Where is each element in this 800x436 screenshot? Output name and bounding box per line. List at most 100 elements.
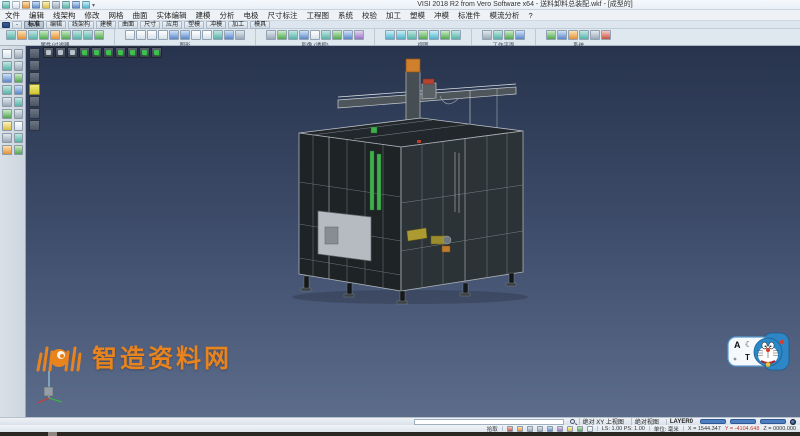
trim-icon[interactable] — [14, 97, 24, 107]
tab-mould[interactable]: 塑模 — [184, 21, 204, 29]
menu-system[interactable]: 系统 — [338, 10, 353, 21]
hatch-icon[interactable] — [14, 133, 24, 143]
menu-modify[interactable]: 修改 — [85, 10, 100, 21]
menu-drawing[interactable]: 工程图 — [307, 10, 330, 21]
3d-viewport-canvas[interactable]: 智造资料网 A ☾ T — [26, 46, 800, 417]
zoom-window-icon[interactable] — [396, 30, 406, 40]
copy-tool-icon[interactable] — [14, 73, 24, 83]
snap-quadrant-button[interactable] — [29, 108, 40, 119]
menu-solid-edit[interactable]: 实体编辑 — [157, 10, 187, 21]
snap-grid-button[interactable] — [29, 48, 40, 59]
doc-flag-icon[interactable] — [507, 426, 513, 432]
workplane-3pt-icon[interactable] — [504, 30, 514, 40]
selection-filter-icon[interactable] — [61, 30, 71, 40]
menu-modeling[interactable]: 建模 — [196, 10, 211, 21]
zoom-view-button[interactable] — [67, 47, 78, 58]
dimension-tool-icon[interactable] — [14, 121, 24, 131]
new-file-icon[interactable] — [2, 1, 10, 9]
move-icon[interactable] — [2, 73, 12, 83]
zoom-in-icon[interactable] — [407, 30, 417, 40]
mask-icon[interactable] — [50, 30, 60, 40]
database-icon[interactable] — [557, 30, 567, 40]
pan-view-button[interactable] — [43, 47, 54, 58]
redo-icon[interactable] — [82, 1, 90, 9]
tab-collapse[interactable]: - — [12, 21, 22, 29]
hidden-line-icon[interactable] — [288, 30, 298, 40]
shaded-view-icon[interactable] — [277, 30, 287, 40]
menu-die[interactable]: 冲模 — [434, 10, 449, 21]
snap-endpoint-button[interactable] — [29, 120, 40, 131]
menu-standard-parts[interactable]: 标准件 — [458, 10, 481, 21]
layer-filter-icon[interactable] — [28, 30, 38, 40]
status-pill-1[interactable] — [700, 419, 726, 424]
help-icon[interactable] — [601, 30, 611, 40]
show-all-icon[interactable] — [125, 30, 135, 40]
tab-dimension[interactable]: 尺寸 — [140, 21, 160, 29]
menu-analysis[interactable]: 分析 — [220, 10, 235, 21]
snap-center-button[interactable] — [29, 96, 40, 107]
menu-surface[interactable]: 曲面 — [133, 10, 148, 21]
status-orb-icon[interactable] — [790, 419, 796, 425]
attribute-edit-icon[interactable] — [6, 30, 16, 40]
calculator-icon[interactable] — [568, 30, 578, 40]
workplane-xy-icon[interactable] — [482, 30, 492, 40]
previous-view-icon[interactable] — [440, 30, 450, 40]
tab-die[interactable]: 冲模 — [206, 21, 226, 29]
render-icon[interactable] — [332, 30, 342, 40]
open-icon[interactable] — [2, 49, 12, 59]
zoom-out-icon[interactable] — [418, 30, 428, 40]
tab-tooling[interactable]: 模具 — [250, 21, 270, 29]
status-pill-2[interactable] — [730, 419, 756, 424]
info-icon[interactable] — [590, 30, 600, 40]
menu-edit[interactable]: 编辑 — [29, 10, 44, 21]
tab-edit[interactable]: 编辑 — [46, 21, 66, 29]
settings-icon[interactable] — [546, 30, 556, 40]
hide-icon[interactable] — [136, 30, 146, 40]
taskbar-app-button[interactable] — [48, 432, 57, 436]
entity-info-icon[interactable] — [224, 30, 234, 40]
mirror-icon[interactable] — [14, 85, 24, 95]
status-pill-3[interactable] — [760, 419, 786, 424]
pan-icon[interactable] — [429, 30, 439, 40]
text-tool-icon[interactable] — [2, 133, 12, 143]
reset-filter-icon[interactable] — [94, 30, 104, 40]
workplane-align-icon[interactable] — [493, 30, 503, 40]
show-selected-icon[interactable] — [147, 30, 157, 40]
perspective-icon[interactable] — [299, 30, 309, 40]
group-icon[interactable] — [169, 30, 179, 40]
snap-point-button[interactable] — [29, 60, 40, 71]
menu-verify[interactable]: 校验 — [362, 10, 377, 21]
workplane-reset-icon[interactable] — [515, 30, 525, 40]
search-icon[interactable] — [570, 419, 575, 424]
delete-entity-icon[interactable] — [202, 30, 212, 40]
copy-icon[interactable] — [62, 1, 70, 9]
copy-entity-icon[interactable] — [191, 30, 201, 40]
tab-surface[interactable]: 曲面 — [118, 21, 138, 29]
tab-application[interactable]: 应用 — [162, 21, 182, 29]
entity-filter-icon[interactable] — [72, 30, 82, 40]
menu-file[interactable]: 文件 — [5, 10, 20, 21]
open-folder-icon[interactable] — [22, 1, 30, 9]
open-file-icon[interactable] — [12, 1, 20, 9]
snap-midpoint-button[interactable] — [29, 72, 40, 83]
wireframe-view-icon[interactable] — [266, 30, 276, 40]
measure-icon[interactable] — [2, 121, 12, 131]
snap-active-button[interactable] — [29, 84, 40, 95]
printer-icon[interactable] — [547, 426, 553, 432]
transparency-icon[interactable] — [310, 30, 320, 40]
offset-icon[interactable] — [14, 109, 24, 119]
redraw-icon[interactable] — [451, 30, 461, 40]
regenerate-icon[interactable] — [213, 30, 223, 40]
toolbar-grip-icon[interactable] — [2, 22, 10, 28]
save-all-icon[interactable] — [42, 1, 50, 9]
menu-help[interactable]: ? — [529, 11, 533, 20]
view-back-button[interactable] — [103, 47, 114, 58]
invert-show-icon[interactable] — [158, 30, 168, 40]
rotate-icon[interactable] — [2, 85, 12, 95]
erase-icon[interactable] — [14, 61, 24, 71]
save-warning-icon[interactable] — [517, 426, 523, 432]
text-style-icon[interactable] — [557, 426, 563, 432]
view-front-button[interactable] — [91, 47, 102, 58]
ungroup-icon[interactable] — [180, 30, 190, 40]
menu-flow-analysis[interactable]: 模流分析 — [490, 10, 520, 21]
